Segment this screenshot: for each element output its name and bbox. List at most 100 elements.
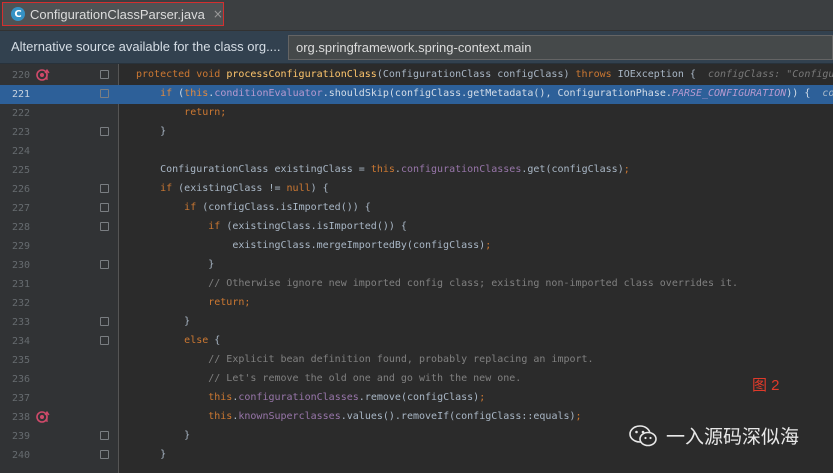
line-number[interactable]: 222: [0, 108, 30, 119]
code-text[interactable]: protected void processConfigurationClass…: [136, 69, 833, 80]
line-number[interactable]: 226: [0, 184, 30, 195]
code-text[interactable]: existingClass.mergeImportedBy(configClas…: [136, 240, 491, 251]
line-number[interactable]: 233: [0, 317, 30, 328]
close-tab-icon[interactable]: ×: [213, 7, 223, 21]
code-text[interactable]: else {: [136, 335, 220, 346]
fold-toggle-icon[interactable]: [100, 222, 109, 231]
code-text[interactable]: ConfigurationClass existingClass = this.…: [136, 164, 630, 175]
code-token: // Let's remove the old one and go with …: [208, 373, 522, 384]
fold-toggle-icon[interactable]: [100, 89, 109, 98]
code-line[interactable]: 223 }: [0, 123, 833, 142]
code-line[interactable]: 237 this.configurationClasses.remove(con…: [0, 389, 833, 408]
line-number[interactable]: 231: [0, 279, 30, 290]
code-text[interactable]: return;: [136, 297, 250, 308]
fold-toggle-icon[interactable]: [100, 203, 109, 212]
code-line[interactable]: 228 if (existingClass.isImported()) {: [0, 218, 833, 237]
code-line[interactable]: 224: [0, 142, 833, 161]
code-line[interactable]: 225 ConfigurationClass existingClass = t…: [0, 161, 833, 180]
fold-toggle-icon[interactable]: [100, 336, 109, 345]
code-token: throws: [575, 69, 618, 80]
line-number[interactable]: 224: [0, 146, 30, 157]
code-text[interactable]: this.configurationClasses.remove(configC…: [136, 392, 485, 403]
code-line[interactable]: 236 // Let's remove the old one and go w…: [0, 370, 833, 389]
code-text[interactable]: if (this.conditionEvaluator.shouldSkip(c…: [136, 88, 833, 99]
code-token: if: [208, 221, 227, 232]
code-token: }: [136, 126, 167, 137]
code-text[interactable]: }: [136, 316, 190, 327]
line-number[interactable]: 235: [0, 355, 30, 366]
code-token: configurationClasses: [400, 164, 522, 175]
code-line[interactable]: 220 protected void processConfigurationCl…: [0, 66, 833, 85]
code-line[interactable]: 231 // Otherwise ignore new imported con…: [0, 275, 833, 294]
implements-marker-icon[interactable]: [36, 410, 50, 424]
code-line[interactable]: 233 }: [0, 313, 833, 332]
source-selector-dropdown[interactable]: org.springframework.spring-context.main: [288, 35, 833, 60]
code-token: ) {: [310, 183, 329, 194]
code-line[interactable]: 226 if (existingClass != null) {: [0, 180, 833, 199]
code-token: (configClass.isImported()) {: [202, 202, 371, 213]
fold-toggle-icon[interactable]: [100, 184, 109, 193]
line-number[interactable]: 239: [0, 431, 30, 442]
breakpoint-override-icon[interactable]: [36, 68, 50, 82]
fold-toggle-icon[interactable]: [100, 260, 109, 269]
code-token: this: [184, 88, 209, 99]
code-token: }: [136, 430, 191, 441]
line-number[interactable]: 229: [0, 241, 30, 252]
code-line[interactable]: 232 return;: [0, 294, 833, 313]
line-number[interactable]: 227: [0, 203, 30, 214]
code-text[interactable]: }: [136, 126, 166, 137]
line-number[interactable]: 223: [0, 127, 30, 138]
code-text[interactable]: if (existingClass != null) {: [136, 183, 329, 194]
code-text[interactable]: if (configClass.isImported()) {: [136, 202, 371, 213]
code-line[interactable]: 222 return;: [0, 104, 833, 123]
code-token: {: [214, 335, 221, 346]
code-token: IOException {: [617, 69, 708, 80]
code-text[interactable]: // Explicit bean definition found, proba…: [136, 354, 593, 365]
code-token: .values().removeIf(configClass::equals): [340, 411, 576, 422]
code-token: ;: [485, 240, 492, 251]
fold-toggle-icon[interactable]: [100, 70, 109, 79]
code-line[interactable]: 234 else {: [0, 332, 833, 351]
code-line[interactable]: 227 if (configClass.isImported()) {: [0, 199, 833, 218]
line-number[interactable]: 237: [0, 393, 30, 404]
fold-toggle-icon[interactable]: [100, 317, 109, 326]
line-number[interactable]: 236: [0, 374, 30, 385]
code-line[interactable]: 229 existingClass.mergeImportedBy(config…: [0, 237, 833, 256]
code-text[interactable]: }: [136, 449, 166, 460]
file-tab[interactable]: C ConfigurationClassParser.java ×: [2, 2, 224, 26]
line-number[interactable]: 228: [0, 222, 30, 233]
code-token: ;: [220, 107, 227, 118]
code-token: if: [160, 88, 179, 99]
line-number[interactable]: 220: [0, 70, 30, 81]
line-number[interactable]: 240: [0, 450, 30, 461]
line-number[interactable]: 221: [0, 89, 30, 100]
line-number[interactable]: 238: [0, 412, 30, 423]
code-text[interactable]: return;: [136, 107, 226, 118]
fold-toggle-icon[interactable]: [100, 431, 109, 440]
code-line[interactable]: 235 // Explicit bean definition found, p…: [0, 351, 833, 370]
code-line[interactable]: 221 if (this.conditionEvaluator.shouldSk…: [0, 85, 833, 104]
code-line[interactable]: 230 }: [0, 256, 833, 275]
code-text[interactable]: // Let's remove the old one and go with …: [136, 373, 521, 384]
line-number[interactable]: 234: [0, 336, 30, 347]
code-editor[interactable]: 220 protected void processConfigurationCl…: [0, 64, 833, 473]
line-number[interactable]: 230: [0, 260, 30, 271]
code-token: if: [184, 202, 203, 213]
banner-message: Alternative source available for the cla…: [11, 39, 281, 54]
fold-toggle-icon[interactable]: [100, 127, 109, 136]
code-text[interactable]: }: [136, 259, 214, 270]
line-number[interactable]: 232: [0, 298, 30, 309]
code-token: ConfigurationClass existingClass =: [136, 164, 371, 175]
code-text[interactable]: }: [136, 430, 190, 441]
code-text[interactable]: // Otherwise ignore new imported config …: [136, 278, 738, 289]
editor-tab-bar: C ConfigurationClassParser.java ×: [0, 0, 833, 31]
code-text[interactable]: if (existingClass.isImported()) {: [136, 221, 407, 232]
line-number[interactable]: 225: [0, 165, 30, 176]
code-text[interactable]: this.knownSuperclasses.values().removeIf…: [136, 411, 581, 422]
fold-toggle-icon[interactable]: [100, 450, 109, 459]
code-token: protected void: [136, 69, 227, 80]
code-token: (existingClass.isImported()) {: [226, 221, 407, 232]
